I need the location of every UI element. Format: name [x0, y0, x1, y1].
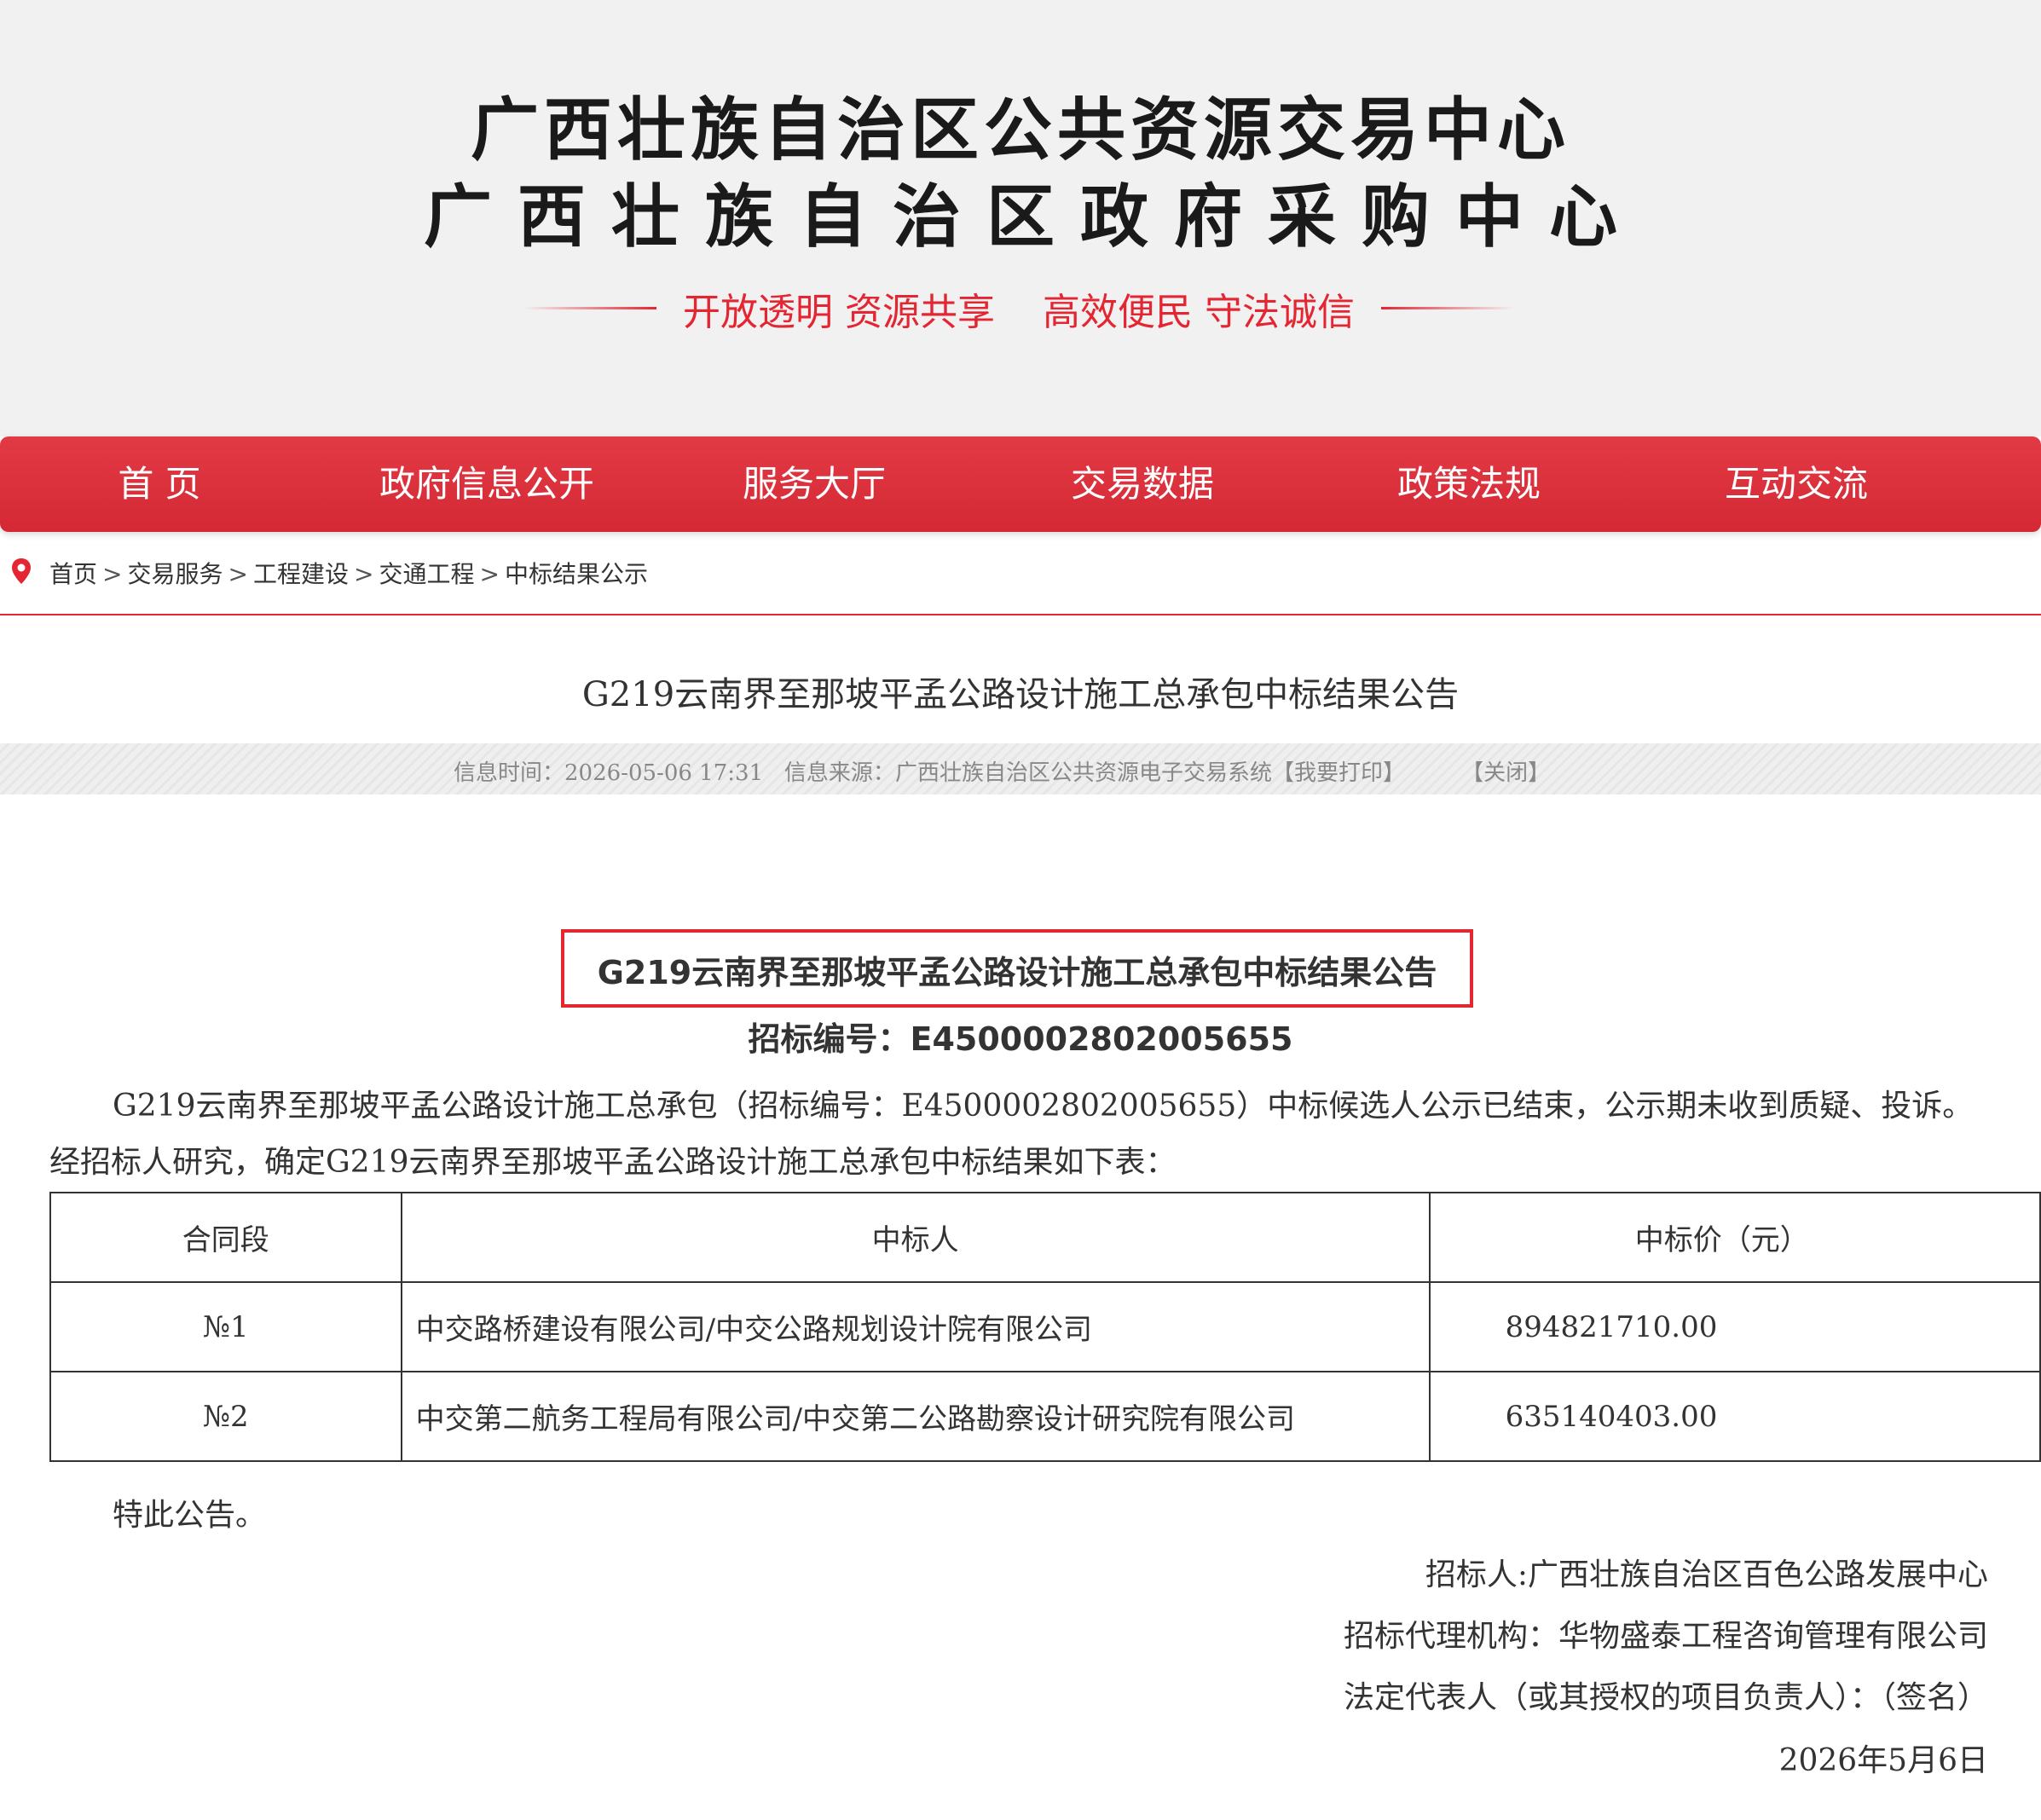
result-table: 合同段 中标人 中标价（元） №1 中交路桥建设有限公司/中交公路规划设计院有限…	[49, 1192, 2041, 1462]
site-title-secondary: 广西壮族自治区政府采购中心	[424, 177, 1643, 257]
main-nav: 首 页 政府信息公开 服务大厅 交易数据 政策法规 互动交流	[0, 436, 2041, 532]
article-title: G219云南界至那坡平孟公路设计施工总承包中标结果公告	[581, 675, 1460, 714]
nav-item-trade-data[interactable]: 交易数据	[997, 436, 1287, 532]
table-header-section: 合同段	[49, 1192, 402, 1283]
breadcrumb-trail: 首页 > 交易服务 > 工程建设 > 交通工程 > 中标结果公示	[49, 556, 648, 590]
breadcrumb: 首页 > 交易服务 > 工程建设 > 交通工程 > 中标结果公示	[0, 547, 2041, 615]
table-cell-section: №2	[49, 1371, 402, 1462]
table-cell-price: 894821710.00	[1428, 1281, 2041, 1372]
nav-item-home[interactable]: 首 页	[14, 436, 304, 532]
document-paragraph-2: 经招标人研究，确定G219云南界至那坡平孟公路设计施工总承包中标结果如下表：	[49, 1145, 1177, 1180]
table-header-price: 中标价（元）	[1428, 1192, 2041, 1283]
document-heading: G219云南界至那坡平孟公路设计施工总承包中标结果公告	[597, 954, 1437, 991]
breadcrumb-separator: >	[479, 560, 500, 588]
nav-item-gov-info[interactable]: 政府信息公开	[342, 436, 632, 532]
table-row: №1 中交路桥建设有限公司/中交公路规划设计院有限公司 894821710.00	[49, 1281, 2041, 1372]
meta-time-value: 2026-05-06 17:31	[564, 760, 764, 786]
article-meta-bar: 信息时间：2026-05-06 17:31 信息来源：广西壮族自治区公共资源电子…	[0, 743, 2041, 794]
table-cell-winner: 中交路桥建设有限公司/中交公路规划设计院有限公司	[400, 1281, 1431, 1372]
table-header-row: 合同段 中标人 中标价（元）	[49, 1192, 2041, 1283]
table-cell-price: 635140403.00	[1428, 1371, 2041, 1462]
breadcrumb-item-home[interactable]: 首页	[49, 560, 97, 588]
signature-date: 2026年5月6日	[1778, 1743, 1988, 1778]
location-pin-icon	[12, 558, 31, 584]
article-meta: 信息时间：2026-05-06 17:31 信息来源：广西壮族自治区公共资源电子…	[454, 755, 1550, 787]
site-title-primary: 广西壮族自治区公共资源交易中心	[471, 90, 1570, 170]
breadcrumb-item-transport[interactable]: 交通工程	[379, 560, 474, 588]
close-link[interactable]: 【关闭】	[1461, 760, 1550, 786]
nav-item-policy[interactable]: 政策法规	[1324, 436, 1614, 532]
table-row: №2 中交第二航务工程局有限公司/中交第二公路勘察设计研究院有限公司 63514…	[49, 1371, 2041, 1462]
print-link[interactable]: 【我要打印】	[1272, 760, 1405, 786]
table-cell-section: №1	[49, 1281, 402, 1372]
breadcrumb-item-current[interactable]: 中标结果公示	[505, 560, 648, 588]
slogan-decor-line-left	[524, 307, 656, 309]
document-paragraph-1: G219云南界至那坡平孟公路设计施工总承包（招标编号：E450000280200…	[113, 1089, 1974, 1124]
breadcrumb-separator: >	[102, 560, 123, 588]
nav-item-service-hall[interactable]: 服务大厅	[669, 436, 959, 532]
meta-source-label: 信息来源：	[783, 760, 895, 786]
signature-representative: 法定代表人（或其授权的项目负责人）：（签名）	[1343, 1680, 1988, 1715]
site-header: 广西壮族自治区公共资源交易中心 广西壮族自治区政府采购中心 开放透明 资源共享 …	[0, 0, 2041, 436]
slogan-text: 开放透明 资源共享 高效便民 守法诚信	[683, 291, 1355, 334]
signature-agency: 招标代理机构：华物盛泰工程咨询管理有限公司	[1343, 1619, 1988, 1654]
nav-item-interaction[interactable]: 互动交流	[1651, 436, 1941, 532]
breadcrumb-item-trade-service[interactable]: 交易服务	[127, 560, 223, 588]
meta-time-label: 信息时间：	[454, 760, 565, 786]
breadcrumb-item-construction[interactable]: 工程建设	[253, 560, 349, 588]
closing-statement: 特此公告。	[113, 1498, 267, 1533]
slogan-decor-line-right	[1381, 307, 1513, 309]
slogan: 开放透明 资源共享 高效便民 守法诚信	[0, 281, 2041, 334]
tender-code: 招标编号：E4500002802005655	[748, 1020, 1293, 1058]
breadcrumb-separator: >	[353, 560, 374, 588]
breadcrumb-separator: >	[228, 560, 248, 588]
table-header-winner: 中标人	[400, 1192, 1431, 1283]
signature-tenderer: 招标人:广西壮族自治区百色公路发展中心	[1425, 1557, 1988, 1592]
meta-source-value: 广西壮族自治区公共资源电子交易系统	[894, 760, 1272, 786]
table-cell-winner: 中交第二航务工程局有限公司/中交第二公路勘察设计研究院有限公司	[400, 1371, 1431, 1462]
